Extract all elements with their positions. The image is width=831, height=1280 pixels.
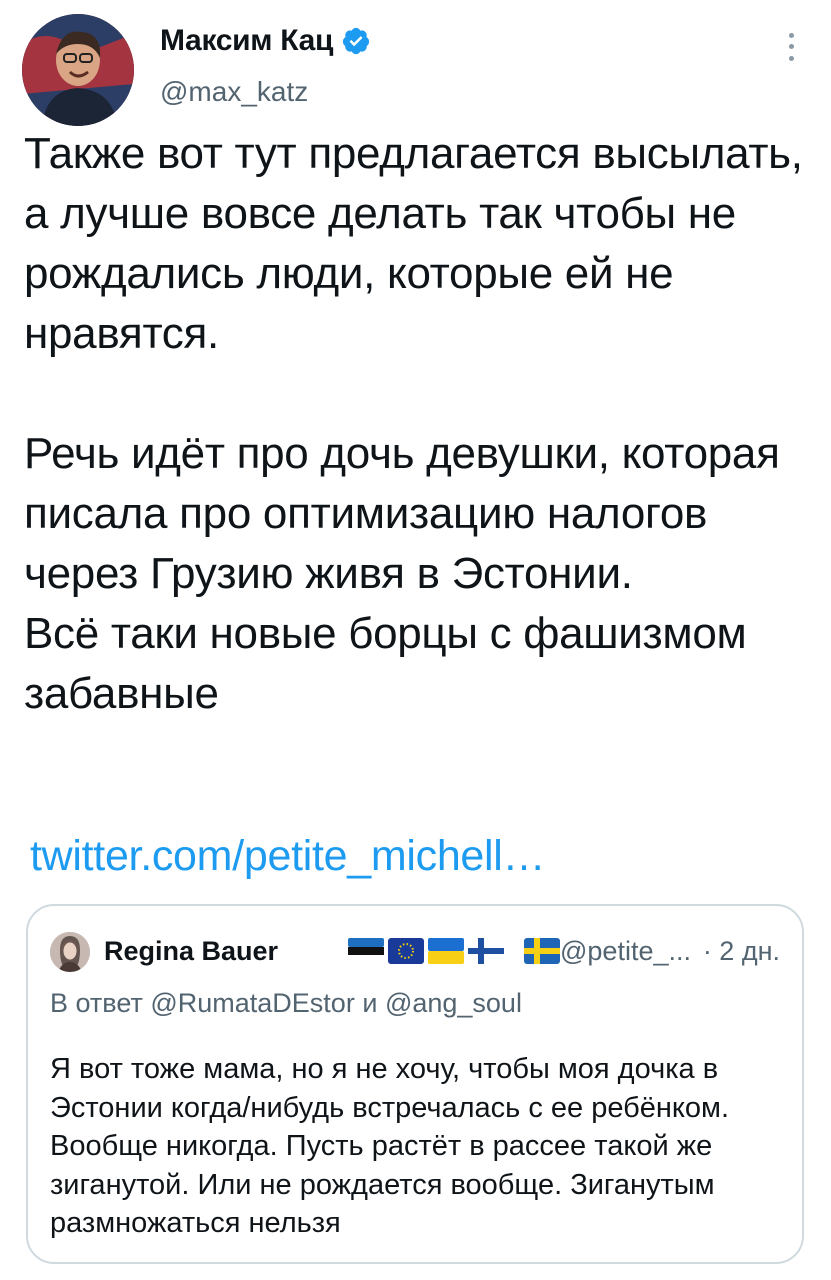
more-dot-icon bbox=[788, 55, 794, 61]
author-name-row: Максим Кац bbox=[160, 24, 371, 58]
quote-author-avatar[interactable] bbox=[50, 932, 90, 972]
reply-context: В ответ @RumataDEstor и @ang_soul bbox=[50, 988, 522, 1019]
avatar-photo-icon bbox=[50, 932, 90, 972]
reply-mention[interactable]: @ang_soul bbox=[385, 988, 522, 1018]
more-dot-icon bbox=[788, 44, 794, 50]
quote-author-name[interactable]: Regina Bauer bbox=[104, 936, 278, 967]
quote-timestamp[interactable]: · 2 дн. bbox=[703, 936, 780, 967]
estonia-flag-icon bbox=[348, 938, 384, 964]
verified-badge-icon bbox=[342, 27, 370, 55]
flag-emojis bbox=[348, 938, 560, 964]
tweet-paragraph: Также вот тут предлагается высылать, а л… bbox=[24, 129, 803, 358]
author-avatar[interactable] bbox=[22, 14, 134, 126]
eu-flag-icon bbox=[388, 938, 424, 964]
tweet-text: Также вот тут предлагается высылать, а л… bbox=[24, 124, 814, 724]
author-display-name[interactable]: Максим Кац bbox=[160, 24, 333, 58]
tweet-paragraph: Всё таки новые борцы с фашизмом забавные bbox=[24, 609, 747, 718]
tweet-link[interactable]: twitter.com/petite_michell… bbox=[30, 832, 546, 881]
author-handle[interactable]: @max_katz bbox=[160, 76, 308, 108]
quote-text: Я вот тоже мама, но я не хочу, чтобы моя… bbox=[50, 1053, 730, 1239]
sweden-flag-icon bbox=[524, 938, 560, 964]
quoted-tweet[interactable]: Regina Bauer @petite_... · 2 дн. В ответ… bbox=[26, 904, 804, 1264]
more-dot-icon bbox=[788, 33, 794, 39]
reply-conjunction: и bbox=[362, 988, 378, 1018]
tweet-paragraph: Речь идёт про дочь девушки, которая писа… bbox=[24, 429, 780, 598]
ukraine-flag-icon bbox=[428, 938, 464, 964]
quote-author-handle[interactable]: @petite_... bbox=[560, 936, 691, 967]
reply-mention[interactable]: @RumataDEstor bbox=[150, 988, 354, 1018]
reply-prefix: В ответ bbox=[50, 988, 143, 1018]
more-options-button[interactable] bbox=[781, 30, 801, 64]
finland-flag-icon bbox=[468, 938, 504, 964]
avatar-photo-icon bbox=[22, 14, 134, 126]
